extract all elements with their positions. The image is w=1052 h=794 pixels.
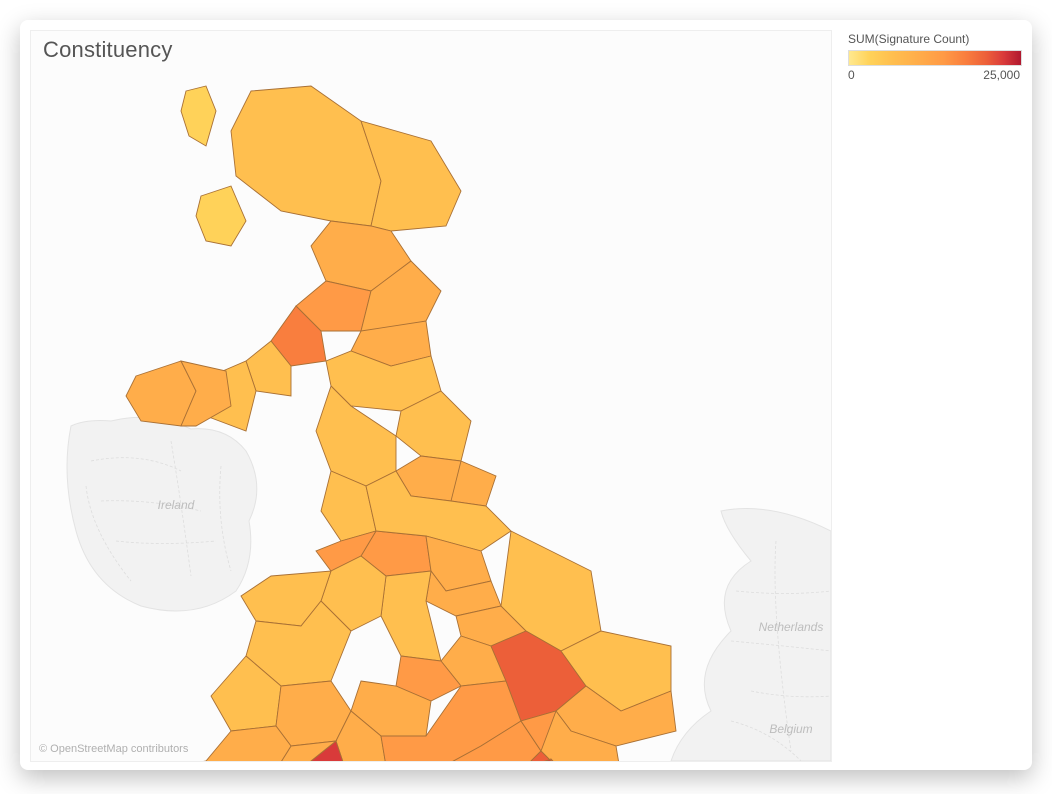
map-pane[interactable]: Constituency Ireland Netherlands Belgium… [30,30,832,762]
ireland-landmass [67,417,257,611]
region-scot-outer-heb[interactable] [181,86,216,146]
map-attribution: © OpenStreetMap contributors [39,743,188,755]
ireland-label: Ireland [158,498,195,512]
region-scot-highlands[interactable] [231,86,381,226]
uk-constituencies-layer[interactable] [126,86,676,761]
belgium-label: Belgium [769,722,812,736]
region-sw-devon[interactable] [206,726,291,761]
legend-max: 25,000 [983,68,1020,82]
viz-card: Constituency Ireland Netherlands Belgium… [20,20,1032,770]
color-legend[interactable]: SUM(Signature Count) 0 25,000 [848,32,1020,82]
legend-title: SUM(Signature Count) [848,32,1020,46]
legend-min: 0 [848,68,855,82]
legend-gradient-bar [848,50,1022,66]
choropleth-map[interactable]: Ireland Netherlands Belgium [31,31,831,761]
legend-scale: 0 25,000 [848,68,1020,82]
netherlands-label: Netherlands [759,620,824,634]
region-scot-inner-heb[interactable] [196,186,246,246]
